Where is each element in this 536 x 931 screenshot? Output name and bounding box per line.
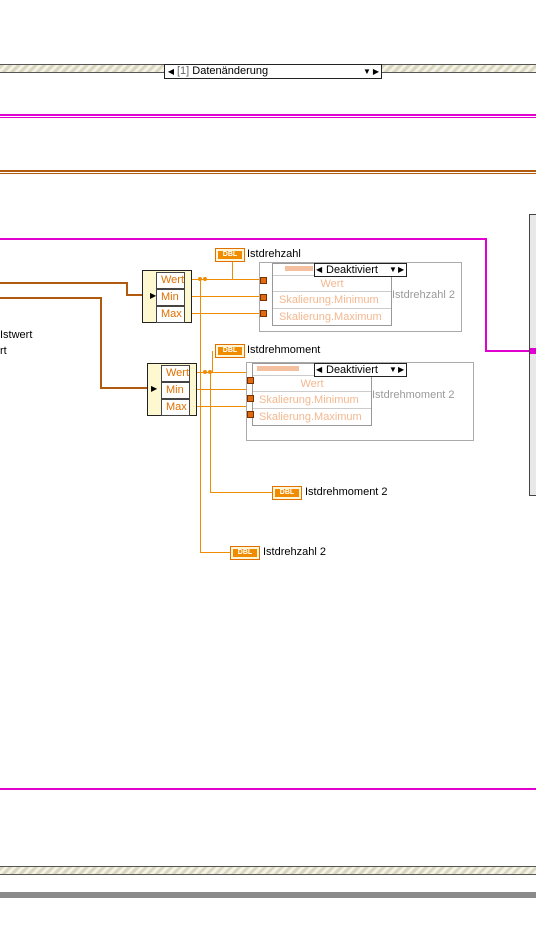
- right-node: [529, 214, 536, 496]
- ring-1-down-icon[interactable]: ▼: [389, 264, 397, 276]
- unbundle-2-input-arrow: ▶: [151, 384, 158, 393]
- junction-u2: [203, 370, 207, 374]
- property-node-1-term-min[interactable]: [260, 294, 267, 301]
- property-node-2-header: [257, 366, 299, 371]
- unbundle-2-wert[interactable]: Wert: [161, 365, 190, 382]
- property-node-2-row-max[interactable]: Skalierung.Maximum: [253, 408, 371, 424]
- unbundle-1-max[interactable]: Max: [156, 306, 185, 323]
- ring-2-prev-icon[interactable]: ◀: [316, 364, 322, 376]
- wire-cluster-b-2: [100, 297, 102, 389]
- wire-u1-wert-down: [200, 279, 201, 553]
- case-prev-icon[interactable]: ◀: [166, 65, 176, 78]
- property-node-1-term-wert[interactable]: [260, 277, 267, 284]
- right-node-terminal: [530, 348, 536, 354]
- unbundle-2-max[interactable]: Max: [161, 399, 190, 416]
- wire-refnum-main-h2: [485, 350, 531, 352]
- property-node-1-row-wert[interactable]: Wert: [273, 275, 391, 291]
- ring-1-prev-icon[interactable]: ◀: [316, 264, 322, 276]
- property-node-1-ghost-label: Istdrehzahl 2: [392, 289, 455, 301]
- wire-u1-max: [192, 313, 260, 314]
- property-node-2-term-max[interactable]: [247, 411, 254, 418]
- wire-u2-min: [197, 389, 247, 390]
- case-next-icon[interactable]: ▶: [371, 65, 381, 78]
- wire-u2-to-istdrehmoment2: [210, 492, 272, 493]
- property-node-1-ring[interactable]: ◀ Deaktiviert ▼ ▶: [314, 263, 407, 277]
- ring-2-down-icon[interactable]: ▼: [389, 364, 397, 376]
- wire-u1-min: [192, 296, 260, 297]
- label-istdrehzahl: Istdrehzahl: [247, 248, 301, 260]
- indicator-istdrehmoment[interactable]: DBL: [215, 344, 245, 358]
- property-node-2-ring[interactable]: ◀ Deaktiviert ▼ ▶: [314, 363, 407, 377]
- wire-refnum-1b: [0, 117, 536, 118]
- indicator-istdrehzahl-2[interactable]: DBL: [230, 546, 260, 560]
- label-istdrehmoment-2: Istdrehmoment 2: [305, 486, 388, 498]
- label-istdrehzahl-2: Istdrehzahl 2: [263, 546, 326, 558]
- label-fragment: rt: [0, 345, 7, 357]
- case-selector-label: [1] Datenänderung: [177, 65, 269, 77]
- wire-refnum-main-h: [0, 238, 487, 240]
- property-node-1-header: [285, 266, 313, 271]
- wire-u1-to-istdrehzahl2: [200, 552, 231, 553]
- case-frame-bottom: [0, 866, 536, 875]
- case-selector[interactable]: ◀ [1] Datenänderung ▼ ▶: [164, 64, 382, 79]
- wire-refnum-1: [0, 114, 536, 116]
- indicator-istdrehzahl[interactable]: DBL: [215, 248, 245, 262]
- wire-cluster-a-1: [0, 282, 128, 284]
- wire-u2-wert-up: [212, 351, 213, 373]
- property-node-2-row-wert[interactable]: Wert: [253, 375, 371, 391]
- wire-refnum-main-v: [485, 238, 487, 352]
- wire-u2-max: [197, 406, 247, 407]
- wire-u2-wert-down: [210, 372, 211, 493]
- wire-refnum-2: [0, 788, 536, 790]
- while-loop-frame-bottom: [0, 892, 536, 898]
- label-istwert: Istwert: [0, 329, 33, 341]
- junction-u1b: [203, 277, 207, 281]
- property-node-2-row-min[interactable]: Skalierung.Minimum: [253, 391, 371, 407]
- wire-cluster-b-1: [0, 297, 102, 299]
- junction-u2b: [208, 370, 212, 374]
- ring-1-next-icon[interactable]: ▶: [398, 264, 404, 276]
- property-node-1-row-max[interactable]: Skalierung.Maximum: [273, 308, 391, 324]
- wire-u1-wert-up: [232, 261, 233, 280]
- junction-u1: [198, 277, 202, 281]
- unbundle-1-wert[interactable]: Wert: [156, 272, 185, 289]
- property-node-2-ghost-label: Istdrehmoment 2: [372, 389, 455, 401]
- wire-cluster-1b: [0, 173, 536, 174]
- property-node-1-term-max[interactable]: [260, 310, 267, 317]
- property-node-1-row-min[interactable]: Skalierung.Minimum: [273, 291, 391, 307]
- property-node-2-term-wert[interactable]: [247, 377, 254, 384]
- ring-2-next-icon[interactable]: ▶: [398, 364, 404, 376]
- indicator-istdrehmoment-2[interactable]: DBL: [272, 486, 302, 500]
- unbundle-1-input-arrow: ▶: [150, 291, 157, 300]
- unbundle-2-min[interactable]: Min: [161, 382, 190, 399]
- property-node-2-term-min[interactable]: [247, 395, 254, 402]
- label-istdrehmoment: Istdrehmoment: [247, 344, 321, 356]
- wire-cluster-1: [0, 170, 536, 172]
- unbundle-1-min[interactable]: Min: [156, 289, 185, 306]
